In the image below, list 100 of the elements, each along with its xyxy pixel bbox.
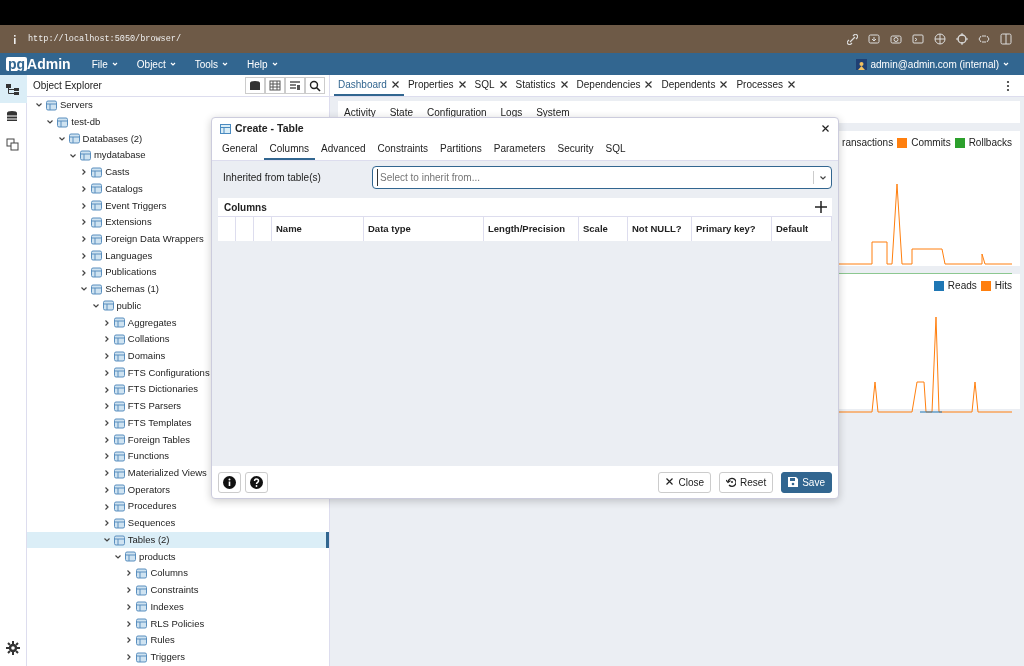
toolbar-button[interactable] <box>245 77 265 94</box>
chevron-icon[interactable] <box>91 302 100 310</box>
chevron-icon[interactable] <box>57 134 66 143</box>
camera-icon[interactable] <box>890 33 902 45</box>
close-button[interactable]: Close <box>657 471 712 493</box>
tree-item[interactable]: Procedures <box>27 498 329 515</box>
tree-item[interactable]: Tables (2) <box>27 531 329 549</box>
tree-item[interactable]: Servers <box>27 97 329 114</box>
tab[interactable]: General <box>216 139 264 160</box>
tab[interactable]: Dependencies <box>572 75 658 96</box>
legend-label: ransactions <box>842 136 894 150</box>
tab[interactable]: Security <box>551 139 600 160</box>
tab[interactable]: Configuration <box>427 104 487 120</box>
tab[interactable]: Properties <box>403 75 471 96</box>
chevron-icon[interactable] <box>68 151 77 160</box>
more-icon[interactable] <box>1006 79 1010 92</box>
tree-item[interactable]: Functions <box>27 448 329 465</box>
settings-icon[interactable] <box>6 641 20 655</box>
tree-item[interactable]: products <box>27 548 329 566</box>
menu-item[interactable]: File <box>91 56 119 72</box>
close-icon[interactable] <box>457 80 467 89</box>
tab[interactable]: Constraints <box>371 139 435 160</box>
reset-button[interactable]: Reset <box>719 471 774 493</box>
sidebar-icon[interactable] <box>1000 33 1012 45</box>
tree-item[interactable]: Constraints <box>27 581 329 599</box>
globe-icon[interactable] <box>934 33 946 45</box>
tab[interactable]: Activity <box>344 104 376 120</box>
tree-item[interactable]: Publications <box>27 264 329 281</box>
chevron-icon[interactable] <box>102 335 111 344</box>
tree-item[interactable]: FTS Templates <box>27 414 329 432</box>
tab[interactable]: Processes <box>732 75 801 96</box>
close-icon[interactable] <box>821 124 830 133</box>
tab[interactable]: Dependents <box>657 75 733 96</box>
windows-icon[interactable] <box>6 138 20 152</box>
tree-item[interactable]: Columns <box>27 565 329 582</box>
tab[interactable]: Advanced <box>315 139 372 160</box>
chevron-icon[interactable] <box>102 419 111 427</box>
toolbar-button[interactable] <box>285 77 305 94</box>
tree-item[interactable]: public <box>27 297 329 315</box>
chevron-icon[interactable] <box>102 519 111 528</box>
tab[interactable]: SQL <box>599 139 632 160</box>
code-icon[interactable] <box>978 33 990 45</box>
target-icon[interactable] <box>956 33 968 45</box>
help-button[interactable] <box>245 471 268 493</box>
tree-item[interactable]: Triggers <box>27 648 329 666</box>
tree-item[interactable]: RLS Policies <box>27 615 329 632</box>
close-icon[interactable] <box>644 80 654 89</box>
select-input[interactable]: Select to inherit from... <box>377 169 808 186</box>
tree-item[interactable]: Collations <box>27 331 329 348</box>
terminal-icon[interactable] <box>912 33 924 45</box>
chevron-icon[interactable] <box>102 352 111 361</box>
save-button[interactable]: Save <box>781 471 832 493</box>
tree-item[interactable]: Schemas (1) <box>27 280 329 298</box>
tree-item[interactable]: Sequences <box>27 514 329 532</box>
close-icon[interactable] <box>498 80 508 89</box>
close-icon[interactable] <box>719 80 729 89</box>
tree-item[interactable]: Foreign Tables <box>27 431 329 449</box>
tab[interactable]: Partitions <box>434 139 488 160</box>
close-icon[interactable] <box>390 80 400 89</box>
info-button[interactable] <box>218 471 241 493</box>
tab[interactable]: System <box>536 104 570 120</box>
tree-item[interactable]: Indexes <box>27 598 329 616</box>
tree-item[interactable]: Languages <box>27 247 329 265</box>
tab[interactable]: Dashboard <box>334 75 404 96</box>
link-icon[interactable] <box>847 33 858 45</box>
chevron-icon[interactable] <box>102 318 111 327</box>
chevron-icon[interactable] <box>102 469 111 478</box>
tree-item[interactable]: Aggregates <box>27 314 329 332</box>
tab[interactable]: Parameters <box>487 139 552 160</box>
toolbar-button[interactable] <box>305 77 325 94</box>
chevron-icon[interactable] <box>102 402 111 411</box>
chevron-icon[interactable] <box>102 485 111 494</box>
close-icon[interactable] <box>559 80 569 89</box>
tree-item[interactable]: Rules <box>27 632 329 649</box>
tree-item[interactable]: FTS Dictionaries <box>27 381 329 398</box>
download-icon[interactable] <box>868 33 880 45</box>
caret-icon[interactable] <box>819 173 827 182</box>
chevron-icon[interactable] <box>102 435 111 444</box>
chevron-icon[interactable] <box>114 552 123 561</box>
tree-item[interactable]: Operators <box>27 481 329 499</box>
menu-item[interactable]: Object <box>136 56 177 72</box>
tree-item[interactable]: FTS Parsers <box>27 397 329 415</box>
menu-item[interactable]: Tools <box>194 56 230 72</box>
chevron-icon[interactable] <box>102 452 111 461</box>
menu-item[interactable]: Help <box>247 56 279 72</box>
tree-item[interactable]: Domains <box>27 347 329 365</box>
chevron-icon[interactable] <box>102 368 111 377</box>
chevron-icon[interactable] <box>102 502 111 511</box>
tree-icon[interactable] <box>6 82 20 96</box>
tab[interactable]: Logs <box>500 104 523 120</box>
select-field[interactable]: Select to inherit from... <box>372 166 832 189</box>
chevron-icon[interactable] <box>102 385 111 394</box>
tab[interactable]: State <box>389 104 414 120</box>
tab[interactable]: SQL <box>470 75 512 96</box>
database-icon[interactable] <box>6 110 20 124</box>
tree-item[interactable]: FTS Configurations <box>27 364 329 382</box>
user-menu[interactable]: admin@admin.com (internal) <box>856 56 1010 72</box>
tree-item[interactable]: Materialized Views <box>27 464 329 482</box>
close-icon[interactable] <box>787 80 797 89</box>
tab[interactable]: Statistics <box>511 75 573 96</box>
